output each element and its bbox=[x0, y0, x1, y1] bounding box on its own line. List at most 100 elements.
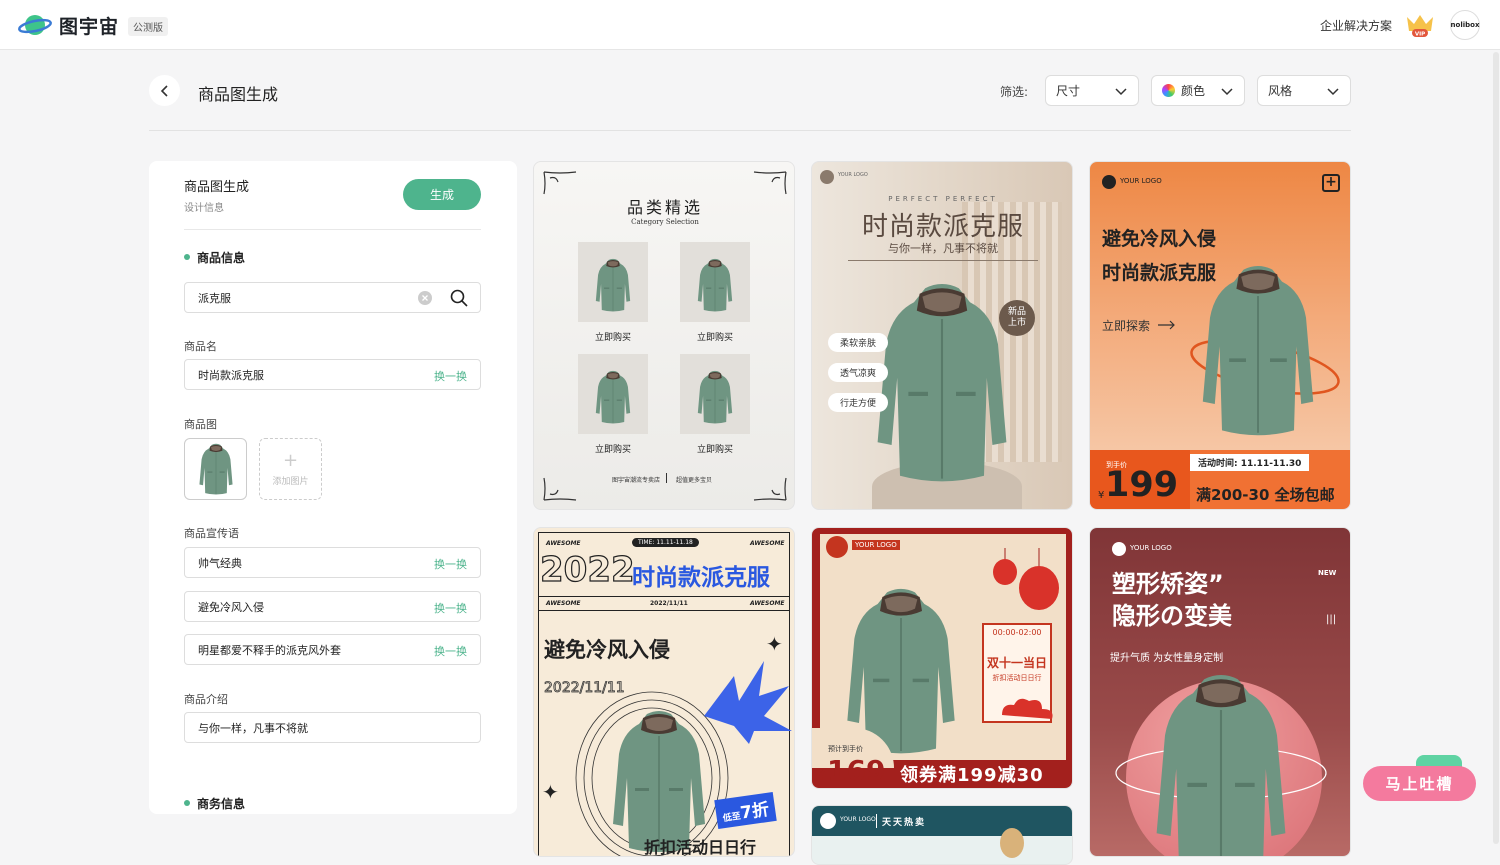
section-business-info: 商务信息 bbox=[184, 795, 245, 812]
currency-symbol: ¥ bbox=[1098, 490, 1105, 501]
store-name: 图宇宙潮流专卖店 bbox=[612, 477, 661, 484]
section-product-info: 商品信息 bbox=[184, 249, 245, 266]
slogan-value-3: 明星都爱不释手的派克风外套 bbox=[198, 643, 341, 657]
ornament-corner-icon bbox=[753, 477, 787, 501]
promo-line-1: 避免冷风入侵 bbox=[1102, 228, 1217, 250]
slogan-field-2[interactable]: 避免冷风入侵 换一换 bbox=[184, 591, 481, 622]
model-head-decoration bbox=[1000, 828, 1024, 858]
user-avatar[interactable]: nolibox bbox=[1450, 10, 1480, 40]
product-image-thumbnail[interactable] bbox=[184, 438, 247, 500]
badge-line-1: 新品 bbox=[1007, 307, 1026, 317]
back-button[interactable] bbox=[149, 75, 180, 106]
category-subtitle: Category Selection bbox=[631, 218, 699, 226]
search-icon[interactable] bbox=[450, 289, 468, 307]
discount-value: 7折 bbox=[739, 799, 771, 824]
color-filter-label: 颜色 bbox=[1181, 84, 1206, 98]
estimated-price-label: 预计到手价 bbox=[828, 745, 863, 753]
add-plus-icon: + bbox=[1322, 174, 1340, 192]
search-value: 派克服 bbox=[198, 291, 231, 305]
daily-hot-tag: 天天热卖 bbox=[882, 818, 927, 828]
panel-divider bbox=[184, 229, 481, 230]
product-name-field[interactable]: 时尚款派克服 换一换 bbox=[184, 359, 481, 390]
price-value: 199 bbox=[1105, 465, 1179, 505]
feedback-button[interactable]: 马上吐槽 bbox=[1363, 766, 1476, 801]
generate-button[interactable]: 生成 bbox=[403, 179, 481, 210]
logo-badge-icon bbox=[1102, 175, 1116, 189]
brand-name[interactable]: 图宇宙 bbox=[59, 12, 119, 39]
clear-icon[interactable] bbox=[418, 291, 432, 305]
buy-now-label: 立即购买 bbox=[696, 445, 733, 455]
add-image-button[interactable]: + 添加图片 bbox=[259, 438, 322, 500]
slogan-label: 商品宣传语 bbox=[184, 527, 239, 540]
header-separator bbox=[876, 814, 877, 828]
coat-image bbox=[872, 277, 1012, 487]
discount-prefix: 低至 bbox=[722, 811, 742, 825]
style-filter-label: 风格 bbox=[1268, 84, 1293, 98]
design-info-panel: 商品图生成 设计信息 生成 商品信息 派克服 商品名 时尚款派克服 换一换 商品… bbox=[149, 161, 517, 814]
swap-slogan-2-button[interactable]: 换一换 bbox=[434, 600, 467, 616]
template-card-maroon[interactable]: YOUR LOGO 塑形矫姿” 隐形の变美 NEW ||| 提升气质 为女性量身… bbox=[1089, 527, 1351, 857]
swap-slogan-1-button[interactable]: 换一换 bbox=[434, 556, 467, 572]
logo-text: YOUR LOGO bbox=[1130, 544, 1172, 552]
arrow-right-icon bbox=[1158, 320, 1175, 330]
category-title: 品类精选 bbox=[626, 198, 703, 217]
buy-now-label: 立即购买 bbox=[594, 333, 631, 343]
page-scrollbar[interactable] bbox=[1493, 52, 1499, 844]
fashion-subtitle: 与你一样，凡事不将就 bbox=[888, 242, 998, 255]
vip-crown-icon[interactable]: VIP bbox=[1404, 12, 1436, 38]
maroon-subtitle: 提升气质 为女性量身定制 bbox=[1110, 653, 1224, 664]
product-name-value: 时尚款派克服 bbox=[198, 368, 264, 382]
plus-icon: + bbox=[282, 449, 299, 471]
enterprise-solutions-link[interactable]: 企业解决方案 bbox=[1320, 17, 1392, 34]
product-intro-value: 与你一样，凡事不将就 bbox=[198, 721, 308, 735]
awesome-label: AWESOME bbox=[750, 540, 785, 547]
logo-text: YOUR LOGO bbox=[1120, 177, 1162, 185]
vip-label: VIP bbox=[1415, 32, 1425, 38]
new-arrival-badge: 新品 上市 bbox=[999, 300, 1035, 336]
product-image-label: 商品图 bbox=[184, 418, 217, 431]
footer-separator bbox=[666, 473, 667, 483]
template-card-daily-hot[interactable]: YOUR LOGO 天天热卖 bbox=[811, 805, 1073, 865]
poster-rule bbox=[538, 610, 790, 611]
add-image-label: 添加图片 bbox=[272, 476, 309, 487]
sparkle-icon: ✦ bbox=[542, 780, 559, 804]
swap-name-button[interactable]: 换一换 bbox=[434, 368, 467, 384]
color-filter-select[interactable]: 颜色 bbox=[1151, 75, 1245, 106]
planet-logo-icon[interactable] bbox=[18, 12, 52, 38]
product-intro-field[interactable]: 与你一样，凡事不将就 bbox=[184, 712, 481, 743]
template-card-fashion[interactable]: YOUR LOGO PERFECT PERFECT 时尚款派克服 与你一样，凡事… bbox=[811, 161, 1073, 510]
cloud-pattern-decoration bbox=[1002, 698, 1053, 719]
poster-rule bbox=[538, 596, 790, 597]
slogan-field-3[interactable]: 明星都爱不释手的派克风外套 换一换 bbox=[184, 634, 481, 665]
product-tile bbox=[680, 242, 750, 322]
ornament-corner-icon bbox=[543, 171, 577, 195]
logo-badge-icon bbox=[820, 170, 834, 184]
year-outline: 2022 bbox=[539, 549, 635, 590]
template-card-orange-promo[interactable]: YOUR LOGO + 避免冷风入侵 时尚款派克服 立即探索 到手价 ¥ 199… bbox=[1089, 161, 1351, 510]
product-name-label: 商品名 bbox=[184, 340, 217, 353]
lantern-decoration bbox=[993, 548, 1059, 610]
style-filter-select[interactable]: 风格 bbox=[1257, 75, 1351, 106]
badge-line-2: 上市 bbox=[1007, 318, 1026, 328]
size-filter-select[interactable]: 尺寸 bbox=[1045, 75, 1139, 106]
logo-badge-icon bbox=[826, 536, 848, 558]
awesome-label: AWESOME bbox=[546, 540, 581, 547]
poster-bottom-text: 折扣活动日日行 bbox=[644, 838, 757, 857]
template-card-red-festival[interactable]: YOUR LOGO 00:00-02:00 双十一当日 折扣活动日日行 预计到手… bbox=[811, 527, 1073, 789]
product-search-input[interactable]: 派克服 bbox=[184, 282, 481, 313]
event-title: 双十一当日 bbox=[986, 656, 1047, 670]
chevron-left-icon bbox=[160, 84, 168, 97]
swap-slogan-3-button[interactable]: 换一换 bbox=[434, 643, 467, 659]
beta-badge: 公测版 bbox=[128, 17, 168, 36]
color-wheel-icon bbox=[1162, 84, 1175, 97]
slogan-field-1[interactable]: 帅气经典 换一换 bbox=[184, 547, 481, 578]
coat-image bbox=[196, 442, 236, 496]
logo-text: YOUR LOGO bbox=[852, 540, 900, 550]
chevron-down-icon bbox=[1327, 88, 1339, 96]
kicker-text: PERFECT PERFECT bbox=[888, 195, 998, 203]
template-card-category[interactable]: 品类精选 Category Selection 立即购买 立即购买 立即购买 立… bbox=[533, 161, 795, 510]
awesome-label: AWESOME bbox=[546, 600, 581, 607]
template-card-2022-poster[interactable]: AWESOME AWESOME TIME: 11.11-11.18 2022 时… bbox=[533, 527, 795, 857]
panel-subtitle: 设计信息 bbox=[184, 203, 224, 214]
slogan-value-1: 帅气经典 bbox=[198, 556, 242, 570]
